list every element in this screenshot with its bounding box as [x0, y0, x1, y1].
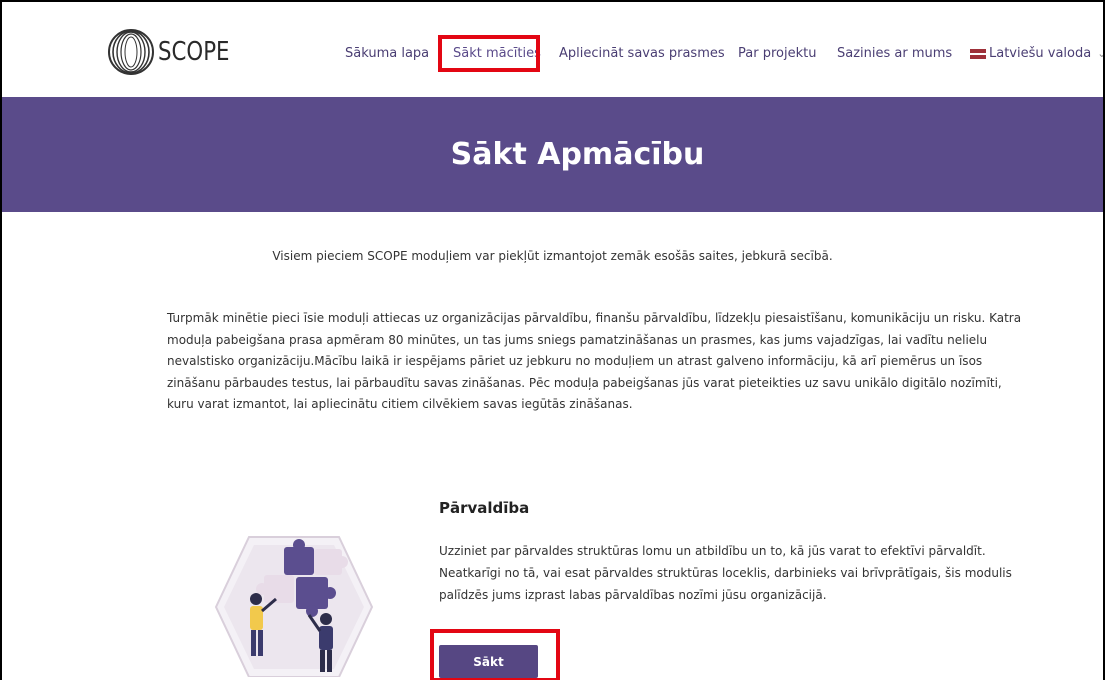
scope-logo-icon — [108, 29, 154, 75]
button-highlight-box — [430, 629, 560, 680]
nav-item-about-project[interactable]: Par projektu — [738, 46, 816, 61]
nav-highlight-box — [438, 35, 540, 72]
language-selector[interactable]: Latviešu valoda ⌄ — [970, 46, 1103, 61]
logo-text: SCOPE — [158, 37, 230, 67]
page-title: Sākt Apmācību — [450, 137, 705, 172]
module-title: Pārvaldība — [439, 499, 530, 517]
latvian-flag-icon — [970, 48, 986, 59]
site-header: SCOPE Sākuma lapa Sākt mācīties Apliecin… — [2, 2, 1103, 97]
governance-illustration — [214, 527, 374, 678]
browser-page: SCOPE Sākuma lapa Sākt mācīties Apliecin… — [0, 0, 1105, 680]
intro-text: Visiem pieciem SCOPE moduļiem var piekļū… — [272, 249, 833, 263]
nav-item-contact[interactable]: Sazinies ar mums — [837, 46, 952, 61]
site-logo[interactable]: SCOPE — [106, 27, 245, 77]
puzzle-people-icon — [214, 536, 374, 678]
nav-item-certify-skills[interactable]: Apliecināt savas prasmes — [559, 46, 725, 61]
language-label: Latviešu valoda — [989, 46, 1092, 61]
description-paragraph: Turpmāk minētie pieci īsie moduļi attiec… — [167, 311, 1022, 411]
chevron-down-icon: ⌄ — [1097, 47, 1103, 60]
module-description: Uzziniet par pārvaldes struktūras lomu u… — [439, 544, 1012, 602]
nav-item-home[interactable]: Sākuma lapa — [345, 46, 429, 61]
page-banner: Sākt Apmācību — [2, 97, 1103, 212]
